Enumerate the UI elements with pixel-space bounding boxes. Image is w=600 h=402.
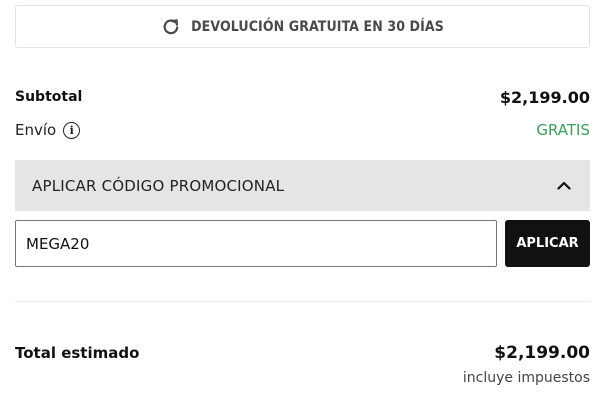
promo-code-header-label: APLICAR CÓDIGO PROMOCIONAL [32, 176, 285, 195]
divider [15, 301, 590, 302]
shipping-label: Envío [15, 121, 57, 139]
apply-promo-button[interactable]: APLICAR [505, 220, 590, 267]
tax-note: incluye impuestos [462, 370, 590, 386]
shipping-label-group: Envío i [15, 121, 81, 139]
free-returns-label: DEVOLUCIÓN GRATUITA EN 30 DÍAS [191, 18, 444, 35]
info-icon[interactable]: i [63, 121, 81, 139]
free-returns-banner[interactable]: DEVOLUCIÓN GRATUITA EN 30 DÍAS [15, 5, 590, 48]
refresh-icon [161, 17, 181, 37]
estimated-total-label: Total estimado [15, 344, 140, 362]
total-row: Total estimado $2,199.00 [15, 340, 590, 366]
shipping-value: GRATIS [536, 121, 590, 139]
shipping-row: Envío i GRATIS [15, 119, 590, 141]
chevron-up-icon[interactable] [556, 178, 572, 194]
promo-code-input[interactable] [15, 220, 497, 267]
subtotal-label: Subtotal [15, 89, 83, 105]
subtotal-value: $2,199.00 [499, 87, 590, 107]
promo-code-toggle[interactable]: APLICAR CÓDIGO PROMOCIONAL [15, 160, 590, 211]
estimated-total-value: $2,199.00 [494, 343, 590, 363]
subtotal-row: Subtotal $2,199.00 [15, 86, 590, 108]
